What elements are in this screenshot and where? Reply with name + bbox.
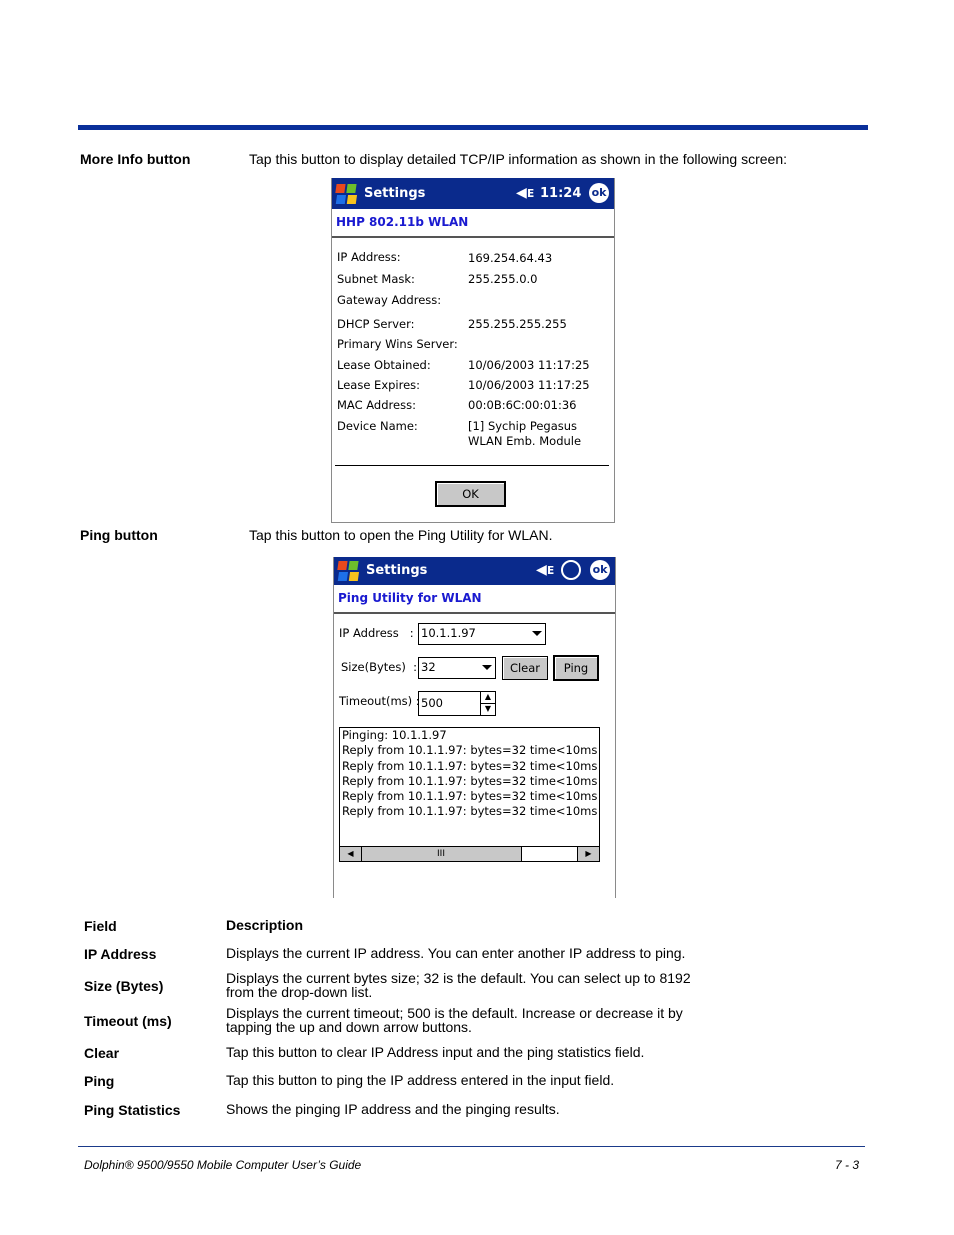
- divider: [335, 465, 609, 466]
- footer-title: Dolphin® 9500/9550 Mobile Computer User’…: [84, 1158, 362, 1172]
- field-mac-label: MAC Address:: [337, 398, 416, 412]
- horizontal-scrollbar[interactable]: ◀ III ▶: [340, 846, 599, 861]
- table-row-field: IP Address: [84, 946, 157, 962]
- chevron-down-icon[interactable]: [482, 665, 492, 670]
- table-header-description: Description: [226, 917, 304, 933]
- table-row-description: Displays the current bytes size; 32 is t…: [226, 970, 691, 1000]
- ok-button[interactable]: OK: [435, 481, 506, 507]
- field-subnet-value: 255.255.0.0: [468, 272, 538, 286]
- ip-address-combo[interactable]: 10.1.1.97: [418, 623, 546, 645]
- table-row-field: Ping Statistics: [84, 1102, 181, 1118]
- title-text: Settings: [366, 563, 428, 578]
- field-ip-label: IP Address:: [337, 250, 401, 264]
- speaker-icon[interactable]: ◀ᴇ: [536, 562, 555, 578]
- ping-utility-screen: Settings ◀ᴇ ok Ping Utility for WLAN IP …: [333, 557, 616, 898]
- field-lease-expires-label: Lease Expires:: [337, 378, 421, 392]
- clear-button[interactable]: Clear: [502, 656, 548, 680]
- page-number: 7 - 3: [835, 1158, 860, 1172]
- arrow-down-icon[interactable]: ▼: [480, 704, 495, 715]
- subtitle: HHP 802.11b WLAN: [332, 209, 614, 238]
- log-line: Reply from 10.1.1.97: bytes=32 time<10ms…: [342, 773, 600, 788]
- clock-icon[interactable]: [561, 560, 581, 580]
- timeout-value: 500: [421, 696, 443, 710]
- field-mac-value: 00:0B:6C:00:01:36: [468, 398, 577, 412]
- size-label: Size(Bytes) :: [341, 660, 418, 674]
- log-line: Reply from 10.1.1.97: bytes=32 time<10ms…: [342, 743, 600, 758]
- ping-description: Tap this button to open the Ping Utility…: [249, 527, 553, 543]
- field-ip-value: 169.254.64.43: [468, 251, 553, 265]
- field-lease-obtained-value: 10/06/2003 11:17:25: [468, 358, 590, 372]
- title-bar: Settings ◀ᴇ ok: [334, 557, 615, 585]
- clock-text[interactable]: 11:24: [540, 186, 581, 201]
- field-device-label: Device Name:: [337, 419, 418, 433]
- log-line: Reply from 10.1.1.97: bytes=32 time<10ms…: [342, 758, 600, 773]
- table-row-field: Timeout (ms): [84, 1013, 172, 1029]
- timeout-spinner[interactable]: 500 ▲ ▼: [418, 691, 496, 716]
- tcpip-info-screen: Settings ◀ᴇ 11:24 ok HHP 802.11b WLAN IP…: [331, 178, 615, 523]
- header-rule: [78, 125, 868, 130]
- log-line: Pinging: 10.1.1.97: [342, 728, 447, 742]
- field-device-value-2: WLAN Emb. Module: [468, 434, 582, 448]
- ok-icon[interactable]: ok: [590, 560, 610, 580]
- more-info-label: More Info button: [80, 151, 191, 167]
- field-gateway-label: Gateway Address:: [337, 293, 442, 307]
- log-line: Reply from 10.1.1.97: bytes=32 time<10ms…: [342, 789, 600, 804]
- timeout-label: Timeout(ms) :: [339, 694, 420, 708]
- table-row-field: Clear: [84, 1045, 120, 1061]
- ping-button[interactable]: Ping: [553, 655, 599, 681]
- table-row-description: Displays the current IP address. You can…: [226, 945, 686, 961]
- field-dhcp-label: DHCP Server:: [337, 317, 415, 331]
- table-row-field: Size (Bytes): [84, 978, 164, 994]
- field-lease-obtained-label: Lease Obtained:: [337, 358, 431, 372]
- chevron-down-icon[interactable]: [532, 631, 542, 636]
- scroll-thumb[interactable]: III: [362, 847, 520, 861]
- windows-start-icon[interactable]: [336, 558, 362, 584]
- table-header-field: Field: [84, 918, 117, 934]
- title-bar: Settings ◀ᴇ 11:24 ok: [332, 178, 614, 209]
- ok-icon[interactable]: ok: [589, 183, 609, 203]
- table-row-description: Tap this button to ping the IP address e…: [226, 1072, 615, 1088]
- windows-start-icon[interactable]: [334, 181, 360, 207]
- ip-address-label: IP Address :: [339, 626, 414, 640]
- ping-label: Ping button: [80, 527, 158, 543]
- field-dhcp-value: 255.255.255.255: [468, 317, 567, 331]
- table-row-field: Ping: [84, 1073, 115, 1089]
- table-row-description: Tap this button to clear IP Address inpu…: [226, 1044, 645, 1060]
- scroll-right-icon[interactable]: ▶: [577, 847, 599, 861]
- footer-rule: [78, 1146, 865, 1147]
- arrow-up-icon[interactable]: ▲: [480, 692, 495, 704]
- subtitle: Ping Utility for WLAN: [334, 585, 615, 614]
- table-row-description: Displays the current timeout; 500 is the…: [226, 1005, 683, 1035]
- speaker-icon[interactable]: ◀ᴇ: [516, 185, 535, 201]
- more-info-description: Tap this button to display detailed TCP/…: [249, 151, 788, 167]
- ping-statistics-log[interactable]: Pinging: 10.1.1.97 Reply from 10.1.1.97:…: [339, 727, 600, 862]
- ip-address-value: 10.1.1.97: [421, 626, 476, 640]
- subtitle-text: HHP 802.11b WLAN: [336, 215, 469, 229]
- field-device-value: [1] Sychip Pegasus: [468, 419, 578, 433]
- field-lease-expires-value: 10/06/2003 11:17:25: [468, 378, 590, 392]
- subtitle-text: Ping Utility for WLAN: [338, 591, 482, 605]
- size-combo[interactable]: 32: [418, 657, 496, 679]
- title-text: Settings: [364, 186, 426, 201]
- log-line: Reply from 10.1.1.97: bytes=32 time<10ms…: [342, 804, 600, 819]
- scroll-left-icon[interactable]: ◀: [340, 847, 362, 861]
- scroll-track[interactable]: [521, 847, 578, 861]
- size-value: 32: [421, 660, 436, 674]
- field-wins-label: Primary Wins Server:: [337, 337, 458, 351]
- table-row-description: Shows the pinging IP address and the pin…: [226, 1101, 560, 1117]
- field-subnet-label: Subnet Mask:: [337, 272, 415, 286]
